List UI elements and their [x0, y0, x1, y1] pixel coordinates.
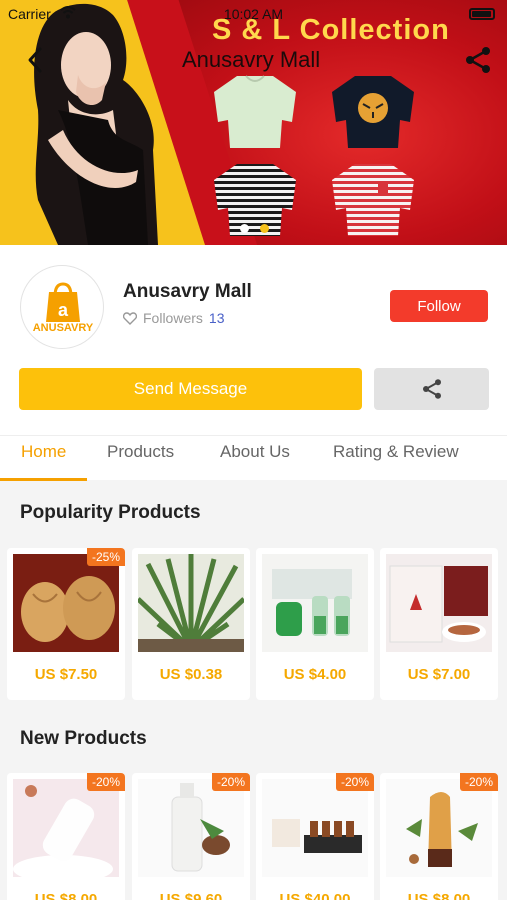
sweater-mint-image [214, 75, 296, 148]
product-price: US $4.00 [283, 666, 347, 683]
store-tabs: Home Products About Us Rating & Review [0, 435, 507, 481]
followers-label: Followers [143, 310, 203, 326]
sweater-red-stripe-image [332, 164, 414, 236]
product-image-tea-gift-box [386, 554, 492, 652]
status-bar: Carrier 10:02 AM [0, 4, 507, 24]
product-price: US $7.50 [34, 666, 98, 683]
followers-info: Followers 13 [123, 310, 224, 326]
product-image-serum-set [262, 779, 368, 877]
follow-button[interactable]: Follow [390, 290, 488, 322]
product-price: US $9.60 [159, 891, 223, 900]
discount-badge: -20% [86, 773, 125, 791]
share-icon [422, 379, 441, 399]
product-image-shampoo-bottle [138, 779, 244, 877]
svg-text:a: a [58, 300, 69, 320]
product-image-mosquito-repellent [262, 554, 368, 652]
store-header: a ANUSAVRY Anusavry Mall Followers 13 Fo… [0, 245, 507, 481]
share-store-button[interactable] [374, 368, 489, 410]
discount-badge: -25% [86, 548, 125, 566]
tab-about-us[interactable]: About Us [220, 442, 290, 462]
product-card[interactable]: -20% US $9.60 [132, 773, 250, 900]
tab-products[interactable]: Products [107, 442, 174, 462]
sweater-tiger-image [332, 76, 414, 148]
store-name: Anusavry Mall [123, 281, 252, 302]
send-message-button[interactable]: Send Message [19, 368, 362, 410]
popularity-section-title: Popularity Products [20, 502, 201, 523]
product-price: US $7.00 [407, 666, 471, 683]
product-image-body-oil [386, 779, 492, 877]
banner-pagination[interactable] [240, 220, 276, 233]
back-icon[interactable] [22, 44, 50, 76]
product-image-pineapple-plant [138, 554, 244, 652]
product-price: US $0.38 [159, 666, 223, 683]
banner-model-image [34, 3, 158, 245]
heart-icon [123, 311, 137, 325]
discount-badge: -20% [211, 773, 250, 791]
tab-rating-review[interactable]: Rating & Review [333, 442, 459, 462]
discount-badge: -20% [459, 773, 498, 791]
battery-icon [469, 8, 495, 20]
product-card[interactable]: US $0.38 [132, 548, 250, 700]
banner-subtitle: Anusavry Mall [182, 47, 321, 72]
product-card[interactable]: -20% US $40.00 [256, 773, 374, 900]
store-screen: S & L Collection Anusavry Mall Carrier 1… [0, 0, 507, 900]
product-price: US $8.00 [407, 891, 471, 900]
product-card[interactable]: US $7.00 [380, 548, 498, 700]
discount-badge: -20% [335, 773, 374, 791]
share-icon[interactable] [462, 44, 494, 76]
store-banner[interactable]: S & L Collection Anusavry Mall Carrier 1… [0, 0, 507, 245]
tab-home[interactable]: Home [21, 442, 66, 462]
product-card[interactable]: -20% US $8.00 [380, 773, 498, 900]
product-image-dates [13, 554, 119, 652]
followers-count: 13 [208, 310, 225, 326]
pagination-dot-active[interactable] [240, 224, 249, 233]
product-card[interactable]: US $4.00 [256, 548, 374, 700]
new-products-section-title: New Products [20, 728, 147, 749]
product-price: US $8.00 [34, 891, 98, 900]
product-card[interactable]: -25% US $7.50 [7, 548, 125, 700]
store-logo: a ANUSAVRY [20, 265, 104, 349]
status-time: 10:02 AM [223, 6, 284, 22]
shopping-bag-logo-icon: a [46, 282, 80, 322]
product-price: US $40.00 [279, 891, 351, 900]
logo-text: ANUSAVRY [32, 322, 94, 334]
product-image-milk-lotion [13, 779, 119, 877]
active-tab-indicator [0, 478, 87, 481]
product-card[interactable]: -20% US $8.00 [7, 773, 125, 900]
